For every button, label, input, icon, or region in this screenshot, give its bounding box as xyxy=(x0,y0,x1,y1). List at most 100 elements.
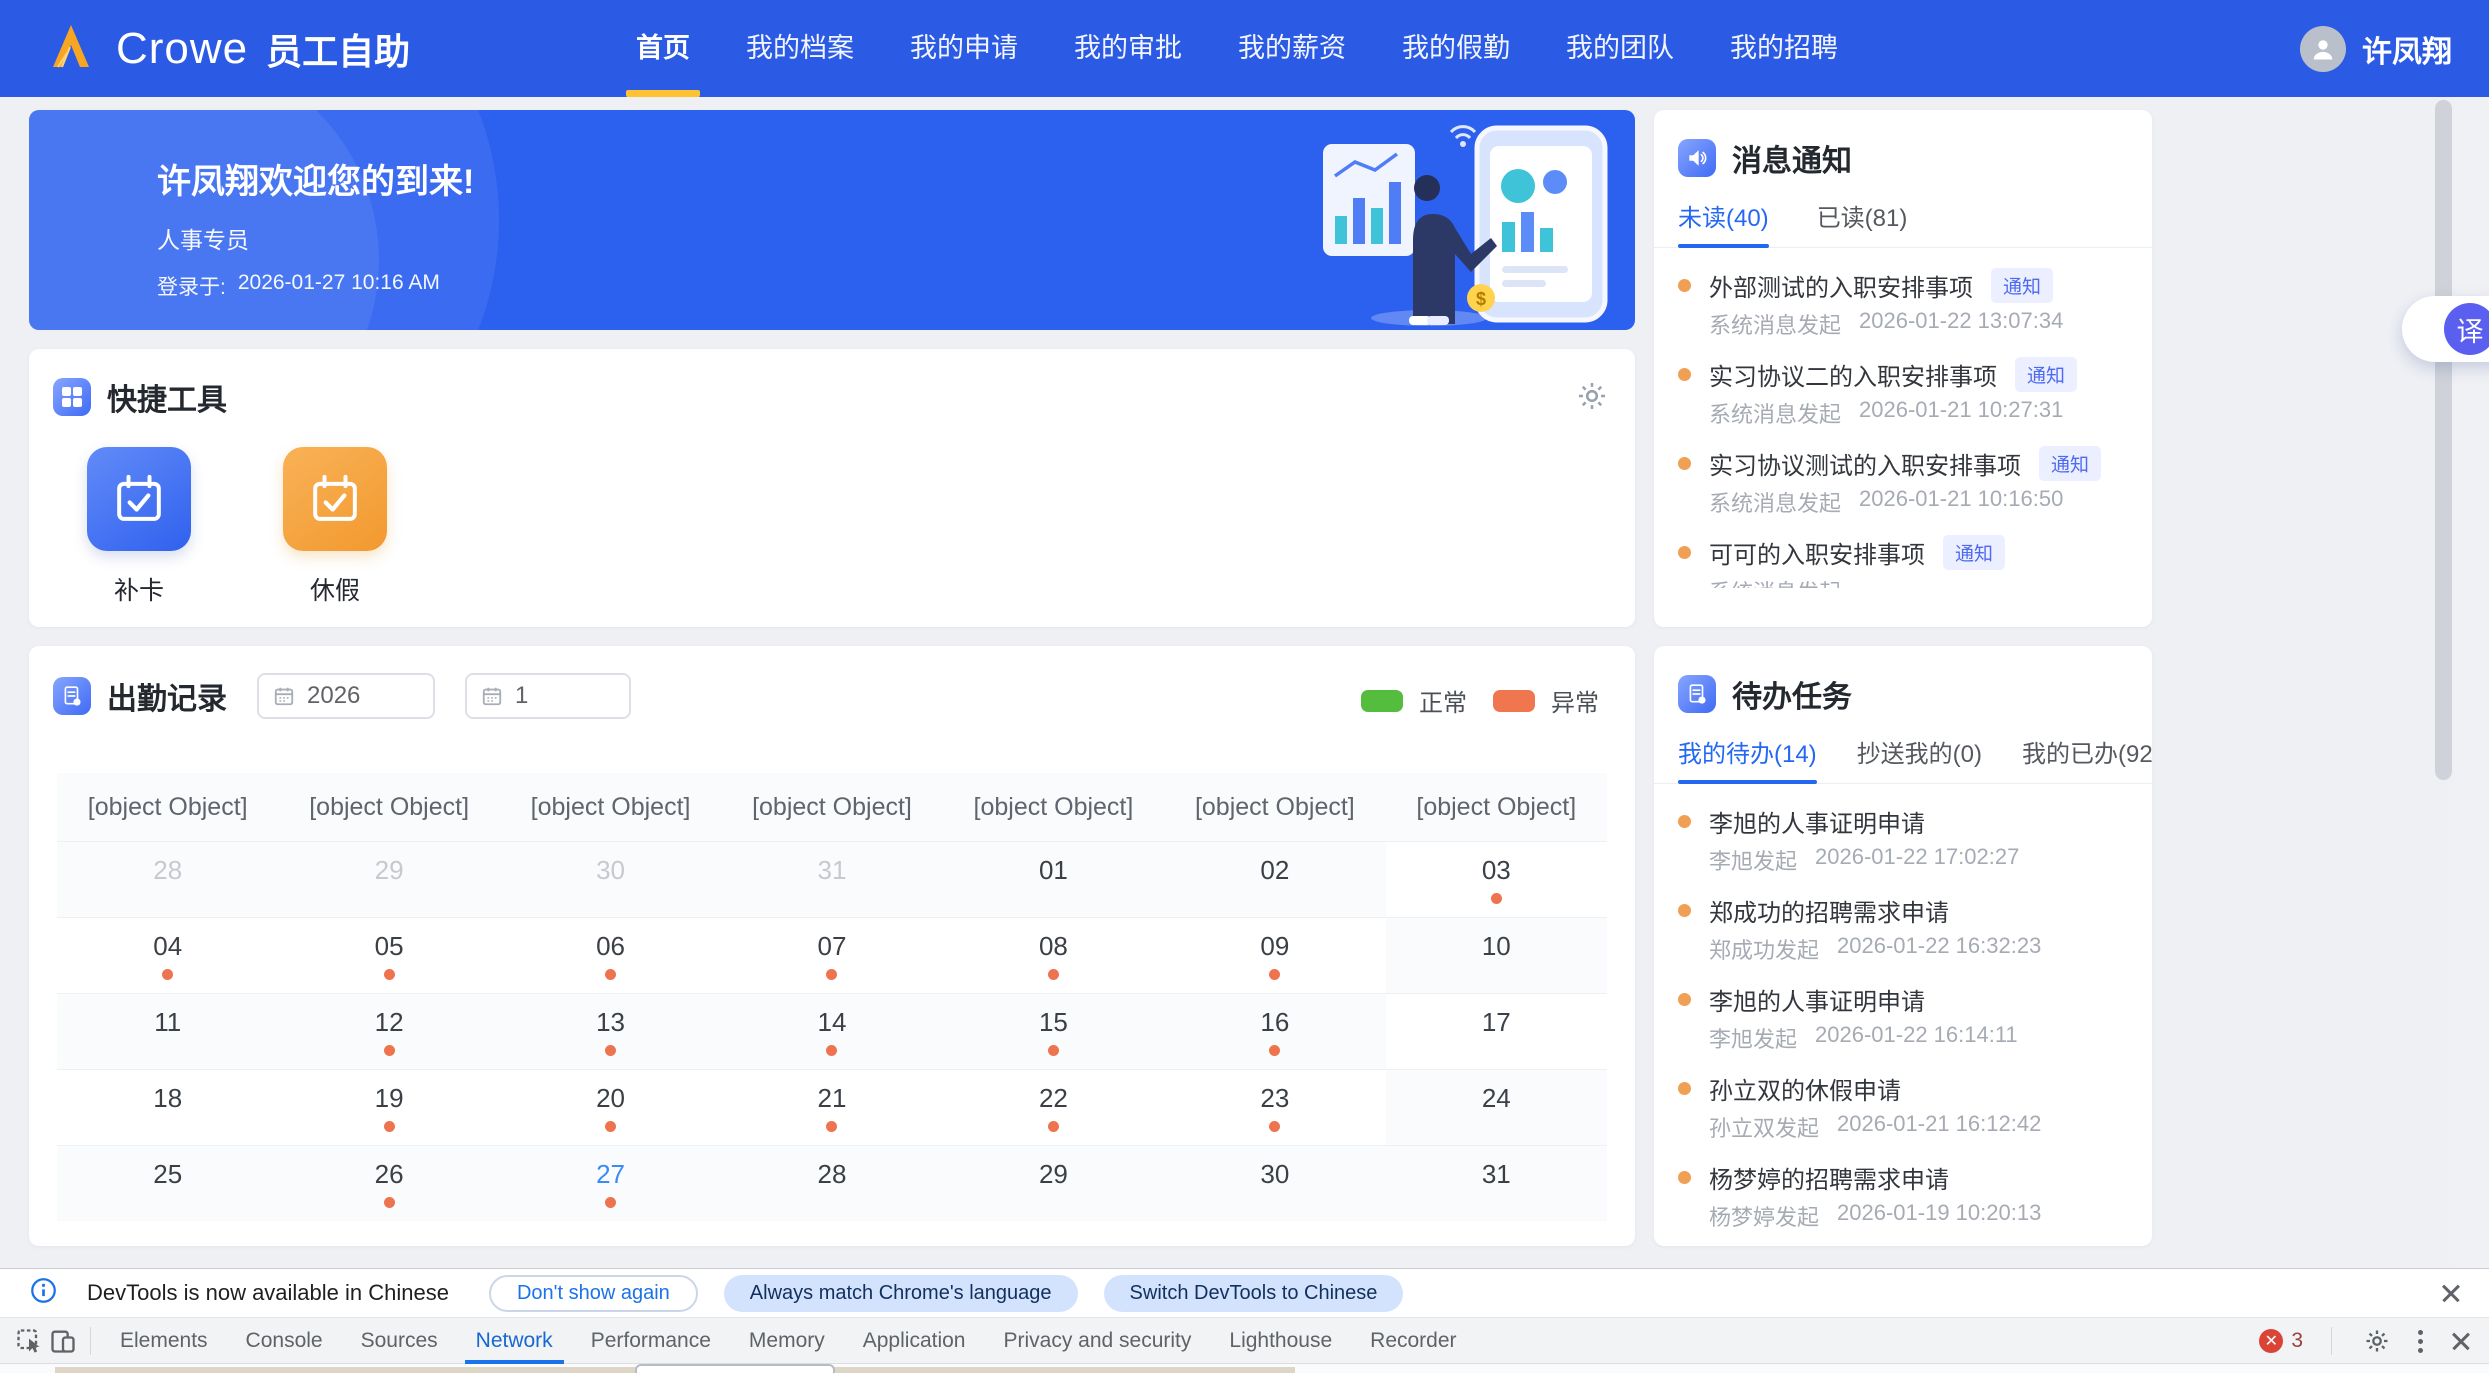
calendar-day-cell[interactable]: 28 xyxy=(57,841,279,917)
calendar-day-cell[interactable]: 02 xyxy=(1164,841,1386,917)
todo-item[interactable]: 郑成功的招聘需求申请 郑成功发起 2026-01-22 16:32:23 xyxy=(1678,895,2128,963)
calendar-day-cell[interactable]: 28 xyxy=(721,1145,943,1221)
month-input[interactable]: 1 xyxy=(465,673,631,719)
todo-initiator: 杨梦婷发起 xyxy=(1709,1205,1820,1230)
nav-item[interactable]: 首页 xyxy=(636,0,690,97)
day-number: 07 xyxy=(817,931,847,961)
devtools-tab[interactable]: Recorder xyxy=(1351,1318,1475,1364)
calendar-day-cell[interactable]: 31 xyxy=(1385,1145,1607,1221)
day-number: 22 xyxy=(1038,1083,1068,1113)
notifications-tab[interactable]: 已读(81) xyxy=(1817,198,1908,247)
calendar-day-cell[interactable]: 09 xyxy=(1164,917,1386,993)
device-toolbar-icon[interactable] xyxy=(46,1324,80,1358)
calendar-day-cell[interactable]: 14 xyxy=(721,993,943,1069)
todos-tab[interactable]: 我的待办(14) xyxy=(1678,734,1817,784)
calendar-day-cell[interactable]: 15 xyxy=(942,993,1165,1069)
devtools-tab[interactable]: Sources xyxy=(342,1318,457,1364)
todo-item[interactable]: 杨梦婷的招聘需求申请 杨梦婷发起 2026-01-19 10:20:13 xyxy=(1678,1162,2128,1230)
year-input[interactable]: 2026 xyxy=(257,673,435,719)
day-number: 03 xyxy=(1481,855,1511,885)
calendar-day-cell[interactable]: 23 xyxy=(1164,1069,1386,1145)
devtools-language-banner: DevTools is now available in Chinese Don… xyxy=(0,1268,2489,1318)
calendar-day-cell[interactable]: 01 xyxy=(942,841,1165,917)
notification-item[interactable]: 实习协议二的入职安排事项 通知 系统消息发起 2026-01-21 10:27:… xyxy=(1678,356,2128,427)
legend-swatch xyxy=(1361,689,1403,712)
day-number: 11 xyxy=(154,1007,182,1037)
notifications-tab[interactable]: 未读(40) xyxy=(1678,198,1769,248)
devtools-tab[interactable]: Memory xyxy=(730,1318,844,1364)
devtools-tab[interactable]: Performance xyxy=(572,1318,730,1364)
calendar-day-cell[interactable]: 08 xyxy=(942,917,1165,993)
nav-item[interactable]: 我的团队 xyxy=(1566,0,1674,97)
calendar-day-cell[interactable]: 30 xyxy=(1164,1145,1386,1221)
user-name: 许凤翔 xyxy=(2362,35,2452,69)
calendar-day-cell[interactable]: 06 xyxy=(499,917,722,993)
devtools-tab[interactable]: Lighthouse xyxy=(1210,1318,1351,1364)
todo-item[interactable]: 李旭的人事证明申请 李旭发起 2026-01-22 17:02:27 xyxy=(1678,806,2128,874)
calendar-day-cell[interactable]: 21 xyxy=(721,1069,943,1145)
calendar-day-cell[interactable]: 29 xyxy=(278,841,500,917)
calendar-day-cell[interactable]: 19 xyxy=(278,1069,500,1145)
calendar-day-cell[interactable]: 07 xyxy=(721,917,943,993)
brand-name: Crowe xyxy=(116,23,249,73)
calendar-day-cell[interactable]: 29 xyxy=(942,1145,1165,1221)
devtools-tab[interactable]: Application xyxy=(844,1318,985,1364)
notification-source: 系统消息发起 xyxy=(1709,402,1842,427)
calendar-day-cell[interactable]: 25 xyxy=(57,1145,279,1221)
calendar-day-cell[interactable]: 30 xyxy=(499,841,722,917)
devtools-banner-message: DevTools is now available in Chinese xyxy=(87,1280,449,1305)
nav-item[interactable]: 我的档案 xyxy=(746,0,854,97)
devtools-banner-button[interactable]: Switch DevTools to Chinese xyxy=(1103,1274,1404,1312)
calendar-day-cell[interactable]: 12 xyxy=(278,993,500,1069)
more-options-icon[interactable] xyxy=(2412,1324,2429,1359)
calendar-day-cell[interactable]: 31 xyxy=(721,841,943,917)
close-devtools-icon[interactable] xyxy=(2447,1327,2475,1355)
nav-item[interactable]: 我的申请 xyxy=(910,0,1018,97)
devtools-tab[interactable]: Network xyxy=(457,1318,572,1364)
translate-button[interactable]: 译 xyxy=(2444,303,2489,355)
page-scrollbar-track[interactable] xyxy=(2455,97,2489,1268)
nav-item[interactable]: 我的假勤 xyxy=(1402,0,1510,97)
calendar-day-cell[interactable]: 05 xyxy=(278,917,500,993)
calendar-day-cell[interactable]: 24 xyxy=(1385,1069,1607,1145)
calendar-day-cell[interactable]: 10 xyxy=(1385,917,1607,993)
todo-item[interactable]: 孙立双的休假申请 孙立双发起 2026-01-21 16:12:42 xyxy=(1678,1073,2128,1141)
todos-tab[interactable]: 我的已办(92) xyxy=(2022,734,2152,783)
notification-item[interactable]: 可可的入职安排事项 通知 系统消息发起 xyxy=(1678,534,2128,588)
calendar-day-cell[interactable]: 04 xyxy=(57,917,279,993)
devtools-banner-button[interactable]: Don't show again xyxy=(488,1274,698,1312)
calendar-day-cell[interactable]: 20 xyxy=(499,1069,722,1145)
todos-tab[interactable]: 抄送我的(0) xyxy=(1857,734,1982,783)
devtools-banner-button[interactable]: Always match Chrome's language xyxy=(723,1274,1078,1312)
calendar-day-cell[interactable]: 27 xyxy=(499,1145,722,1221)
page-scrollbar-thumb[interactable] xyxy=(2435,100,2452,780)
day-number: 26 xyxy=(374,1159,404,1189)
devtools-tab[interactable]: Elements xyxy=(101,1318,227,1364)
devtools-tab[interactable]: Console xyxy=(227,1318,342,1364)
tool-tile[interactable]: 补卡 xyxy=(87,447,191,607)
calendar-day-cell[interactable]: 22 xyxy=(942,1069,1165,1145)
calendar-day-cell[interactable]: 13 xyxy=(499,993,722,1069)
notification-item[interactable]: 实习协议测试的入职安排事项 通知 系统消息发起 2026-01-21 10:16… xyxy=(1678,445,2128,516)
weekday-label: [object Object] xyxy=(1194,792,1355,821)
calendar-day-cell[interactable]: 17 xyxy=(1385,993,1607,1069)
todo-item[interactable]: 李旭的人事证明申请 李旭发起 2026-01-22 16:14:11 xyxy=(1678,984,2128,1052)
inspect-element-icon[interactable] xyxy=(12,1324,46,1358)
calendar-day-cell[interactable]: 11 xyxy=(57,993,279,1069)
nav-item[interactable]: 我的薪资 xyxy=(1238,0,1346,97)
user-box[interactable]: 许凤翔 xyxy=(2300,0,2452,97)
calendar-day-cell[interactable]: 26 xyxy=(278,1145,500,1221)
notification-item[interactable]: 外部测试的入职安排事项 通知 系统消息发起 2026-01-22 13:07:3… xyxy=(1678,267,2128,338)
tool-tile[interactable]: 休假 xyxy=(283,447,387,607)
calendar-day-cell[interactable]: 03 xyxy=(1385,841,1607,917)
devtools-tab[interactable]: Privacy and security xyxy=(984,1318,1210,1364)
calendar-day-cell[interactable]: 18 xyxy=(57,1069,279,1145)
devtools-settings-gear-icon[interactable] xyxy=(2360,1324,2394,1358)
calendar-day-cell[interactable]: 16 xyxy=(1164,993,1386,1069)
nav-item[interactable]: 我的招聘 xyxy=(1730,0,1838,97)
nav-item[interactable]: 我的审批 xyxy=(1074,0,1182,97)
error-count-badge[interactable]: ✕ 3 xyxy=(2259,1329,2303,1353)
legend-label: 异常 xyxy=(1551,690,1599,717)
close-banner-icon[interactable] xyxy=(2437,1279,2465,1307)
gear-icon[interactable] xyxy=(1575,379,1609,418)
